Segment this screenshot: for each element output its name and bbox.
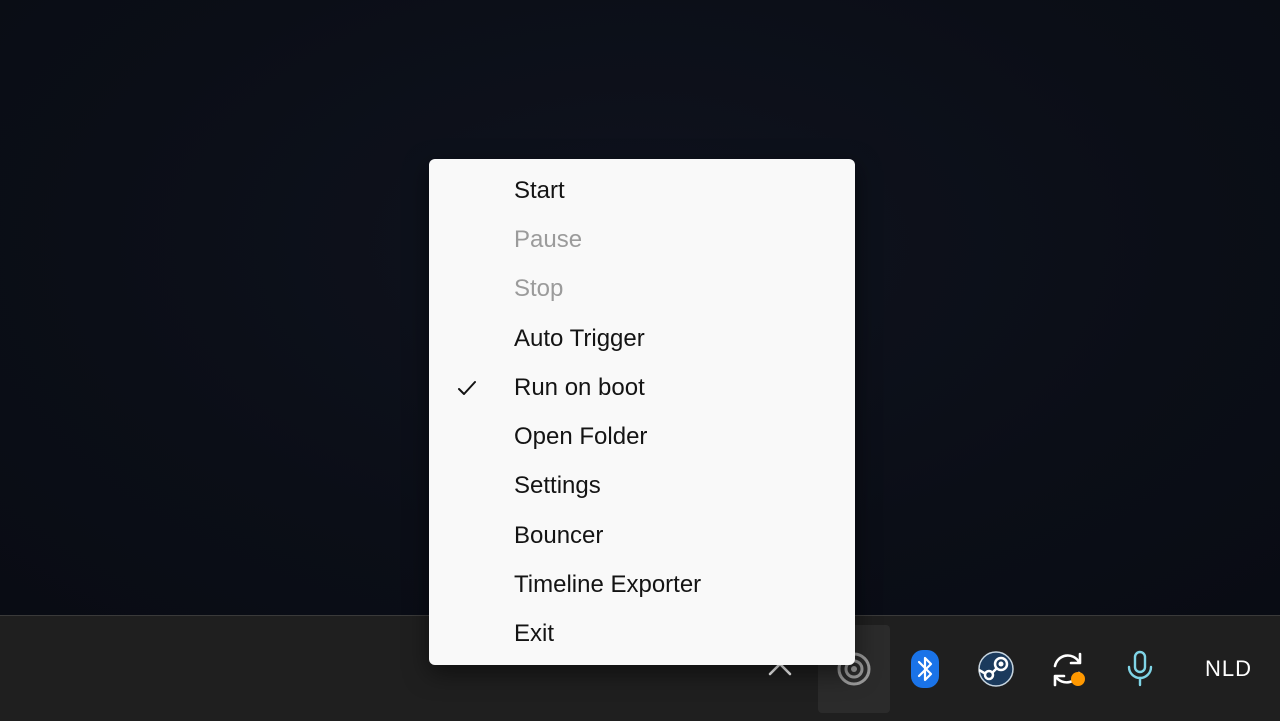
menu-item-pause: Pause (429, 215, 855, 264)
steam-tray-button[interactable] (964, 625, 1028, 713)
menu-item-label: Pause (514, 225, 583, 253)
menu-item-label: Auto Trigger (514, 324, 645, 352)
menu-item-label: Start (514, 176, 565, 204)
menu-item-run-on-boot[interactable]: Run on boot (429, 363, 855, 412)
menu-item-auto-trigger[interactable]: Auto Trigger (429, 314, 855, 363)
menu-item-settings[interactable]: Settings (429, 461, 855, 510)
menu-item-timeline-exporter[interactable]: Timeline Exporter (429, 560, 855, 609)
tray-context-menu: Start Pause Stop Auto Trigger Run on boo… (429, 159, 855, 665)
menu-item-label: Exit (514, 619, 555, 647)
menu-item-label: Run on boot (514, 373, 645, 401)
sync-icon (1053, 652, 1085, 687)
menu-item-stop: Stop (429, 264, 855, 313)
checkmark-icon (458, 381, 476, 395)
menu-item-label: Settings (514, 471, 601, 499)
menu-item-label: Timeline Exporter (514, 570, 702, 598)
menu-item-open-folder[interactable]: Open Folder (429, 412, 855, 461)
menu-item-bouncer[interactable]: Bouncer (429, 511, 855, 560)
microphone-tray-button[interactable] (1108, 625, 1172, 713)
steam-icon (978, 651, 1014, 687)
menu-item-label: Bouncer (514, 521, 604, 549)
input-language-indicator[interactable]: NLD (1205, 625, 1252, 713)
menu-item-exit[interactable]: Exit (429, 609, 855, 658)
microphone-icon (1127, 650, 1153, 687)
bluetooth-icon (911, 650, 939, 688)
menu-item-label: Stop (514, 274, 564, 302)
sync-tray-button[interactable] (1036, 625, 1100, 713)
menu-item-start[interactable]: Start (429, 166, 855, 215)
menu-item-label: Open Folder (514, 422, 648, 450)
bluetooth-tray-button[interactable] (893, 625, 957, 713)
